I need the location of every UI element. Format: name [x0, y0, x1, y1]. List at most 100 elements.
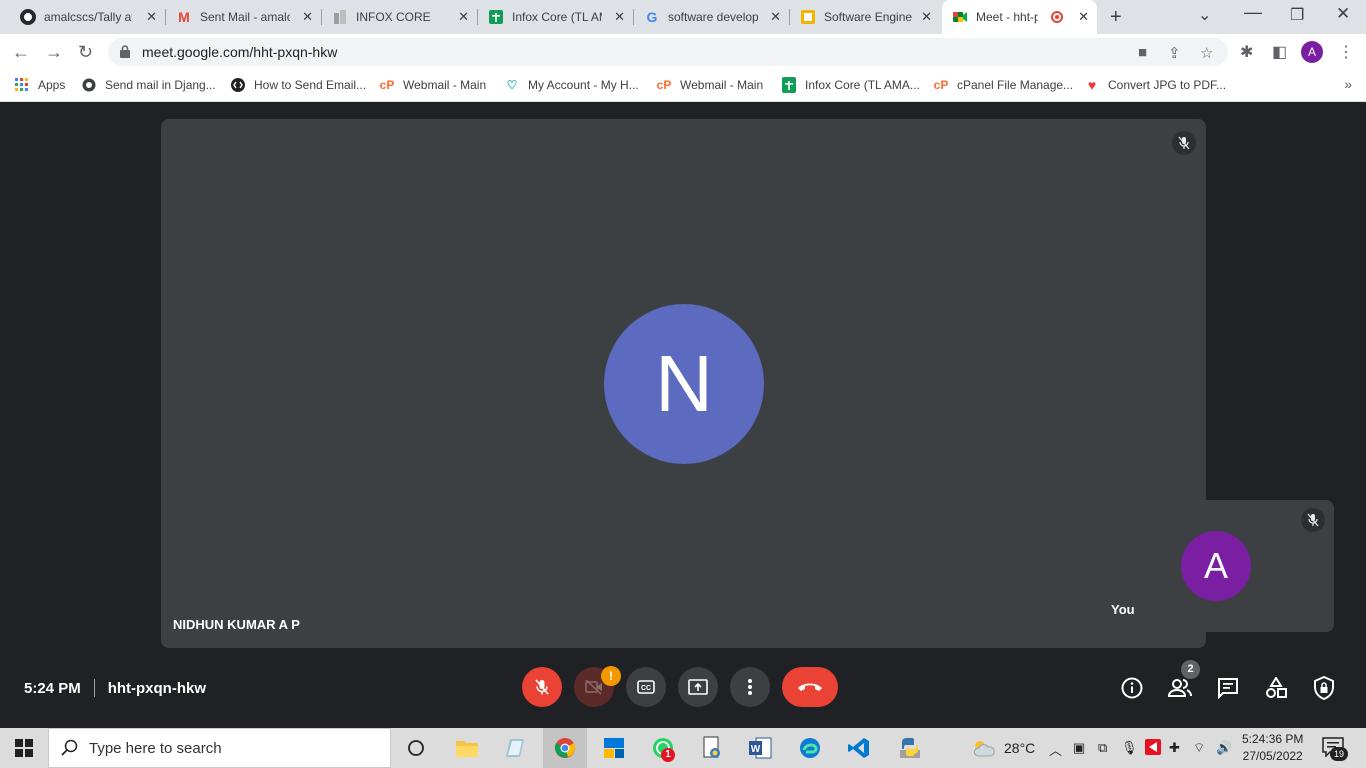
minimize-icon[interactable]: — — [1244, 2, 1262, 23]
taskbar-search-box[interactable]: Type here to search — [48, 728, 391, 768]
self-view-tile[interactable]: A You — [1099, 500, 1334, 632]
share-icon[interactable]: ⇪ — [1168, 44, 1181, 62]
more-bookmarks-icon[interactable]: » — [1344, 76, 1352, 92]
back-icon[interactable]: ← — [12, 42, 30, 63]
shield-lock-icon — [1314, 676, 1334, 700]
camera-off-icon — [585, 679, 602, 695]
participant-tile[interactable]: N NIDHUN KUMAR A P — [161, 119, 1206, 648]
more-vert-icon — [748, 679, 752, 695]
python-app[interactable] — [894, 732, 926, 764]
sheets-icon — [488, 9, 504, 25]
new-tab-icon[interactable]: + — [1110, 6, 1122, 29]
clock-time: 5:24:36 PM — [1242, 732, 1304, 746]
chrome-app[interactable] — [543, 728, 587, 768]
people-button[interactable] — [1168, 676, 1192, 700]
tab-software-engineer[interactable]: Software Enginee ✕ — [790, 0, 940, 34]
close-window-icon[interactable]: ✕ — [1336, 4, 1350, 24]
side-panel-icon[interactable]: ◧ — [1272, 42, 1287, 62]
url-text: meet.google.com/hht-pxqn-hkw — [142, 44, 338, 60]
present-screen-button[interactable] — [678, 667, 718, 707]
meeting-time: 5:24 PM — [24, 679, 81, 697]
file-explorer-app[interactable] — [451, 732, 483, 764]
chat-button[interactable] — [1216, 676, 1240, 700]
volume-icon[interactable]: 🔊 — [1216, 740, 1232, 756]
tab-search-icon[interactable]: ⌄ — [1198, 5, 1211, 25]
captions-icon: CC — [637, 680, 655, 694]
tab-title: amalcscs/Tally at — [44, 10, 132, 24]
bookmarks-bar: Apps Send mail in Djang... How to Send E… — [0, 70, 1366, 102]
microphone-icon[interactable]: 🎙 — [1121, 740, 1138, 756]
more-menu-icon[interactable]: ⋮ — [1338, 42, 1354, 62]
more-options-button[interactable] — [730, 667, 770, 707]
doc-icon — [800, 9, 816, 25]
captions-button[interactable]: CC — [626, 667, 666, 707]
bookmark-webmail-1[interactable]: cP Webmail - Main — [379, 77, 486, 93]
apps-grid-icon — [14, 77, 30, 93]
wifi-icon[interactable]: ⌔ — [1193, 740, 1205, 756]
windows-tile-icon — [604, 738, 624, 758]
extensions-icon[interactable]: ✱ — [1240, 42, 1253, 62]
show-hidden-icons[interactable]: ︿ — [1049, 740, 1062, 759]
bookmark-apps[interactable]: Apps — [14, 77, 65, 93]
leave-call-button[interactable] — [782, 667, 838, 707]
cortana-button[interactable] — [400, 732, 432, 764]
tab-infox-core[interactable]: INFOX CORE ✕ — [322, 0, 478, 34]
cpanel-icon: cP — [656, 78, 672, 92]
bookmark-my-account[interactable]: ♡ My Account - My H... — [504, 77, 639, 93]
notification-count: 19 — [1330, 747, 1348, 761]
bookmark-convert-jpg[interactable]: ♥ Convert JPG to PDF... — [1084, 77, 1226, 93]
meeting-details-button[interactable] — [1120, 676, 1144, 700]
bookmark-send-mail-django[interactable]: Send mail in Djang... — [81, 77, 216, 93]
store-app[interactable] — [598, 732, 630, 764]
close-tab-icon[interactable]: ✕ — [302, 9, 313, 25]
close-tab-icon[interactable]: ✕ — [146, 9, 157, 25]
close-tab-icon[interactable]: ✕ — [921, 9, 932, 25]
whatsapp-app[interactable]: 1 — [647, 732, 679, 764]
notepad-app[interactable] — [499, 732, 531, 764]
bookmark-send-email[interactable]: How to Send Email... — [230, 77, 366, 93]
start-button[interactable] — [0, 728, 48, 768]
browser-toolbar: ← → ↻ meet.google.com/hht-pxqn-hkw ■ ⇪ ☆… — [0, 34, 1366, 70]
word-app[interactable]: W — [744, 732, 776, 764]
meeting-info: 5:24 PM hht-pxqn-hkw — [24, 679, 206, 697]
tab-infox-sheet[interactable]: Infox Core (TL AM ✕ — [478, 0, 634, 34]
python-icon — [900, 738, 920, 758]
network-adapter-icon[interactable]: ▣ — [1073, 740, 1085, 756]
tab-meet[interactable]: Meet - hht-p ✕ — [942, 0, 1097, 34]
windows-logo-icon — [15, 739, 33, 757]
profile-avatar[interactable]: A — [1301, 41, 1323, 63]
hosting-icon: ♡ — [506, 78, 518, 92]
close-tab-icon[interactable]: ✕ — [770, 9, 781, 25]
restore-icon[interactable]: ❐ — [1290, 5, 1304, 25]
antivirus-icon[interactable] — [1145, 739, 1161, 758]
reload-icon[interactable]: ↻ — [78, 42, 93, 63]
google-icon: G — [646, 9, 658, 25]
tab-github[interactable]: amalcscs/Tally at ✕ — [10, 0, 166, 34]
toggle-mic-button[interactable] — [522, 667, 562, 707]
weather-widget[interactable]: 28°C — [972, 738, 1035, 758]
tab-gmail[interactable]: M Sent Mail - amalc ✕ — [166, 0, 322, 34]
vscode-app[interactable] — [843, 732, 875, 764]
device-icon[interactable]: ⧉ — [1098, 740, 1107, 756]
host-controls-button[interactable] — [1312, 676, 1336, 700]
close-tab-icon[interactable]: ✕ — [614, 9, 625, 25]
bookmark-cpanel-file-manager[interactable]: cP cPanel File Manage... — [933, 77, 1073, 93]
tab-google-search[interactable]: G software develop ✕ — [634, 0, 790, 34]
bookmark-star-icon[interactable]: ☆ — [1200, 44, 1213, 62]
forward-icon[interactable]: → — [45, 42, 63, 63]
file-app[interactable] — [696, 732, 728, 764]
close-tab-icon[interactable]: ✕ — [1078, 9, 1089, 25]
gmail-icon: M — [178, 9, 190, 25]
edge-app[interactable] — [794, 732, 826, 764]
windows-taskbar: Type here to search 1 W 28°C ︿ ▣ ⧉ 🎙 ✚ ⌔ — [0, 728, 1366, 768]
close-tab-icon[interactable]: ✕ — [458, 9, 469, 25]
system-clock[interactable]: 5:24:36 PM 27/05/2022 — [1242, 731, 1303, 765]
security-shield-icon[interactable]: ✚ — [1169, 740, 1180, 756]
bookmark-webmail-2[interactable]: cP Webmail - Main — [656, 77, 763, 93]
code-icon — [230, 77, 246, 93]
edge-icon — [800, 738, 820, 758]
address-bar[interactable]: meet.google.com/hht-pxqn-hkw ■ ⇪ ☆ — [108, 38, 1228, 66]
activities-button[interactable] — [1264, 676, 1288, 700]
camera-in-use-icon[interactable]: ■ — [1138, 44, 1147, 61]
bookmark-infox-core[interactable]: Infox Core (TL AMA... — [781, 77, 920, 93]
